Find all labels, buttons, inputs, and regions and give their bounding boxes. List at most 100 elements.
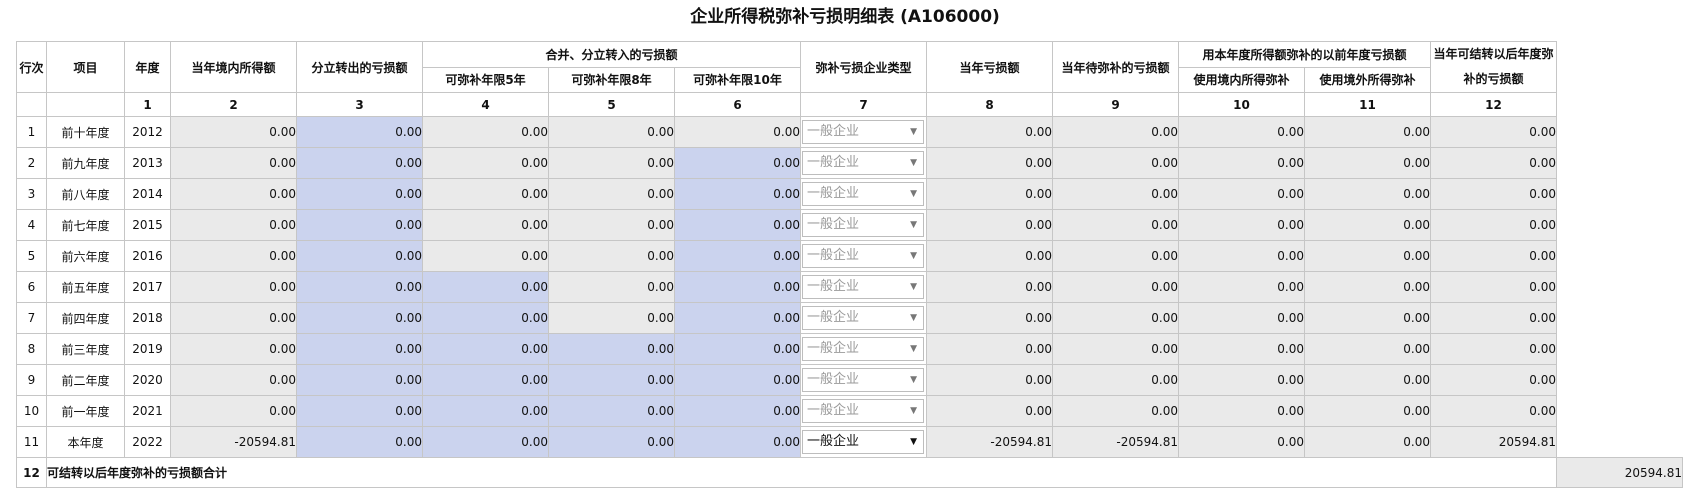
- cell-col-7: 一般企业 ▼: [800, 271, 927, 303]
- total-value: 20594.81: [1556, 457, 1683, 488]
- cell-col-10: 0.00: [1178, 333, 1305, 365]
- cell-col-7: 一般企业 ▼: [800, 364, 927, 396]
- row-index: 7: [16, 302, 47, 334]
- table-row: 10 前一年度 2021 0.00 0.00 0.00 0.00 0.00 一般企业 ▼ 0.00 0…: [16, 395, 1683, 427]
- row-index: 2: [16, 147, 47, 179]
- cell-col-3[interactable]: 0.00: [296, 302, 423, 334]
- cell-col-6[interactable]: 0.00: [674, 364, 801, 396]
- cell-col-6[interactable]: 0.00: [674, 178, 801, 210]
- cell-col-4[interactable]: 0.00: [422, 395, 549, 427]
- cell-col-4[interactable]: 0.00: [422, 333, 549, 365]
- header-col-10: 使用境内所得弥补: [1178, 66, 1305, 93]
- table-row: 5 前六年度 2016 0.00 0.00 0.00 0.00 0.00 一般企业 ▼ 0.00 0.…: [16, 240, 1683, 272]
- cell-col-7: 一般企业 ▼: [800, 395, 927, 427]
- col-number: 10: [1178, 92, 1305, 117]
- cell-col-5[interactable]: 0.00: [548, 364, 675, 396]
- row-index: 11: [16, 426, 47, 458]
- cell-col-6[interactable]: 0.00: [674, 395, 801, 427]
- enterprise-type-select[interactable]: 一般企业 ▼: [802, 151, 924, 175]
- enterprise-type-select[interactable]: 一般企业 ▼: [802, 182, 924, 206]
- cell-col-11: 0.00: [1304, 333, 1431, 365]
- enterprise-type-select[interactable]: 一般企业 ▼: [802, 120, 924, 144]
- cell-col-3[interactable]: 0.00: [296, 364, 423, 396]
- cell-col-4[interactable]: 0.00: [422, 302, 549, 334]
- enterprise-type-select[interactable]: 一般企业 ▼: [802, 275, 924, 299]
- total-label: 可结转以后年度弥补的亏损额合计: [46, 457, 1557, 488]
- cell-col-4: 0.00: [422, 116, 549, 148]
- cell-col-6[interactable]: 0.00: [674, 240, 801, 272]
- cell-col-3[interactable]: 0.00: [296, 271, 423, 303]
- cell-col-2: 0.00: [170, 209, 297, 241]
- row-project: 前二年度: [46, 364, 125, 396]
- enterprise-type-select[interactable]: 一般企业 ▼: [802, 399, 924, 423]
- cell-col-3[interactable]: 0.00: [296, 333, 423, 365]
- cell-col-11: 0.00: [1304, 271, 1431, 303]
- enterprise-type-select[interactable]: 一般企业 ▼: [802, 244, 924, 268]
- cell-col-11: 0.00: [1304, 209, 1431, 241]
- header-year: 年度: [124, 41, 171, 93]
- row-index: 10: [16, 395, 47, 427]
- row-index: 3: [16, 178, 47, 210]
- cell-col-3[interactable]: 0.00: [296, 240, 423, 272]
- enterprise-type-select[interactable]: 一般企业 ▼: [802, 337, 924, 361]
- cell-col-10: 0.00: [1178, 271, 1305, 303]
- col-number: 7: [800, 92, 927, 117]
- enterprise-type-value: 一般企业: [807, 155, 860, 170]
- cell-col-3[interactable]: 0.00: [296, 116, 423, 148]
- caret-down-icon: ▼: [910, 220, 917, 230]
- header-col-9: 当年待弥补的亏损额: [1052, 41, 1179, 93]
- header-col-11: 使用境外所得弥补: [1304, 66, 1431, 93]
- cell-col-5[interactable]: 0.00: [548, 426, 675, 458]
- cell-col-6[interactable]: 0.00: [674, 302, 801, 334]
- row-year: 2021: [124, 395, 171, 427]
- cell-col-5: 0.00: [548, 302, 675, 334]
- cell-col-11: 0.00: [1304, 116, 1431, 148]
- header-col-5: 可弥补年限8年: [548, 66, 675, 93]
- cell-col-12: 20594.81: [1430, 426, 1557, 458]
- cell-col-9: 0.00: [1052, 240, 1179, 272]
- cell-col-4[interactable]: 0.00: [422, 364, 549, 396]
- cell-col-7: 一般企业 ▼: [800, 147, 927, 179]
- row-year: 2016: [124, 240, 171, 272]
- cell-col-6[interactable]: 0.00: [674, 333, 801, 365]
- table-row: 9 前二年度 2020 0.00 0.00 0.00 0.00 0.00 一般企业 ▼ 0.00 0.…: [16, 364, 1683, 396]
- cell-col-3[interactable]: 0.00: [296, 147, 423, 179]
- caret-down-icon: ▼: [910, 406, 917, 416]
- cell-col-2: 0.00: [170, 178, 297, 210]
- cell-col-4[interactable]: 0.00: [422, 271, 549, 303]
- enterprise-type-select[interactable]: 一般企业 ▼: [802, 430, 924, 454]
- cell-col-5[interactable]: 0.00: [548, 395, 675, 427]
- cell-col-6[interactable]: 0.00: [674, 426, 801, 458]
- cell-col-6[interactable]: 0.00: [674, 147, 801, 179]
- cell-col-7: 一般企业 ▼: [800, 178, 927, 210]
- cell-col-3[interactable]: 0.00: [296, 395, 423, 427]
- row-year: 2018: [124, 302, 171, 334]
- cell-col-9: 0.00: [1052, 271, 1179, 303]
- enterprise-type-select[interactable]: 一般企业 ▼: [802, 306, 924, 330]
- row-year: 2015: [124, 209, 171, 241]
- cell-col-3[interactable]: 0.00: [296, 178, 423, 210]
- cell-col-3[interactable]: 0.00: [296, 209, 423, 241]
- cell-col-2: 0.00: [170, 364, 297, 396]
- cell-col-6[interactable]: 0.00: [674, 271, 801, 303]
- cell-col-7: 一般企业 ▼: [800, 116, 927, 148]
- cell-col-4[interactable]: 0.00: [422, 426, 549, 458]
- col-number-blank: [46, 92, 125, 117]
- cell-col-12: 0.00: [1430, 302, 1557, 334]
- cell-col-2: 0.00: [170, 302, 297, 334]
- cell-col-5: 0.00: [548, 147, 675, 179]
- table-row: 6 前五年度 2017 0.00 0.00 0.00 0.00 0.00 一般企业 ▼ 0.00 0.…: [16, 271, 1683, 303]
- cell-col-10: 0.00: [1178, 395, 1305, 427]
- enterprise-type-value: 一般企业: [807, 310, 860, 325]
- enterprise-type-value: 一般企业: [807, 248, 860, 263]
- cell-col-2: 0.00: [170, 395, 297, 427]
- enterprise-type-select[interactable]: 一般企业 ▼: [802, 213, 924, 237]
- cell-col-6[interactable]: 0.00: [674, 209, 801, 241]
- cell-col-3[interactable]: 0.00: [296, 426, 423, 458]
- cell-col-9: 0.00: [1052, 209, 1179, 241]
- caret-down-icon: ▼: [910, 344, 917, 354]
- cell-col-5[interactable]: 0.00: [548, 333, 675, 365]
- cell-col-5: 0.00: [548, 240, 675, 272]
- enterprise-type-select[interactable]: 一般企业 ▼: [802, 368, 924, 392]
- cell-col-5: 0.00: [548, 271, 675, 303]
